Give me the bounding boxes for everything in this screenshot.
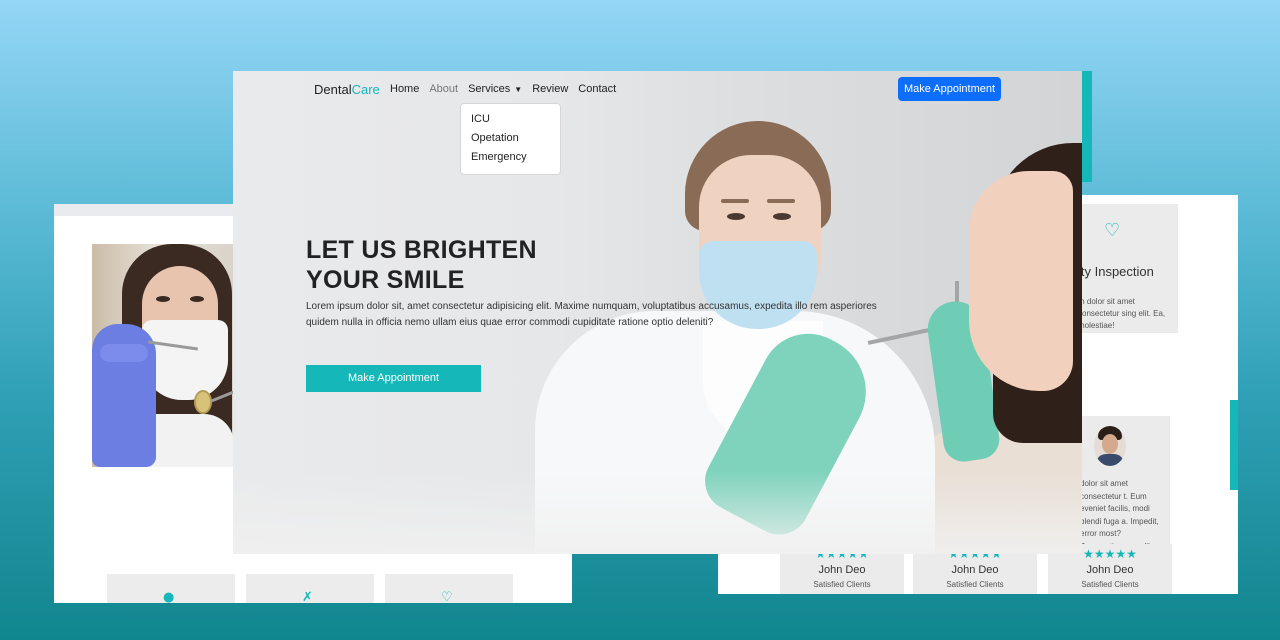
service-card: ♡ ity Inspection m dolor sit amet consec…	[1078, 204, 1178, 333]
dentist-photo	[92, 244, 234, 467]
avatar	[1094, 426, 1126, 466]
service-description: m dolor sit amet consectetur sing elit. …	[1078, 297, 1166, 330]
main-nav: Home About Services ▼ Review Contact	[390, 83, 626, 95]
hero-title-line2: YOUR SMILE	[306, 266, 465, 294]
reviewer-name: John Deo	[951, 564, 999, 576]
service-tile: ●	[107, 574, 235, 603]
nav-services[interactable]: Services ▼	[468, 83, 522, 95]
dropdown-item-icu[interactable]: ICU	[461, 111, 560, 130]
nav-about[interactable]: About	[429, 83, 458, 95]
service-tile: ✗	[246, 574, 374, 603]
hero-title: LET US BRIGHTEN YOUR SMILE	[306, 235, 606, 295]
reviewer-name: John Deo	[1086, 564, 1134, 576]
accent-bar	[1230, 400, 1238, 490]
service-tile: ♡	[385, 574, 513, 603]
services-dropdown: ICU Opetation Emergency	[460, 103, 561, 175]
tools-icon: ✗	[302, 590, 313, 603]
tooth-icon: ♡	[441, 590, 453, 603]
hero-title-line1: LET US BRIGHTEN	[306, 236, 537, 264]
brand-prefix: Dental	[314, 82, 352, 97]
reviewer-name: John Deo	[818, 564, 866, 576]
nav-contact[interactable]: Contact	[578, 83, 616, 95]
hero-description: Lorem ipsum dolor sit, amet consectetur …	[306, 301, 877, 328]
nav-services-label: Services	[468, 83, 511, 95]
dropdown-item-emergency[interactable]: Emergency	[461, 149, 560, 168]
nav-home[interactable]: Home	[390, 83, 419, 95]
caret-down-icon: ▼	[514, 84, 523, 94]
reviewer-role: Satisfied Clients	[946, 580, 1004, 589]
tooth-icon: ♡	[1104, 220, 1121, 241]
brand-logo[interactable]: DentalCare	[314, 82, 380, 97]
reviewer-role: Satisfied Clients	[1081, 580, 1139, 589]
dropdown-item-operation[interactable]: Opetation	[461, 130, 560, 149]
service-title: ity Inspection	[1078, 264, 1154, 279]
brand-accent: Care	[351, 82, 380, 97]
make-appointment-nav-button[interactable]: Make Appointment	[898, 77, 1001, 101]
accent-bar	[1082, 71, 1092, 182]
tooth-icon: ●	[163, 590, 175, 603]
nav-review[interactable]: Review	[532, 83, 568, 95]
hero-section: DentalCare Home About Services ▼ Review C…	[233, 71, 1082, 554]
make-appointment-hero-button[interactable]: Make Appointment	[306, 365, 481, 392]
reviewer-role: Satisfied Clients	[813, 580, 871, 589]
